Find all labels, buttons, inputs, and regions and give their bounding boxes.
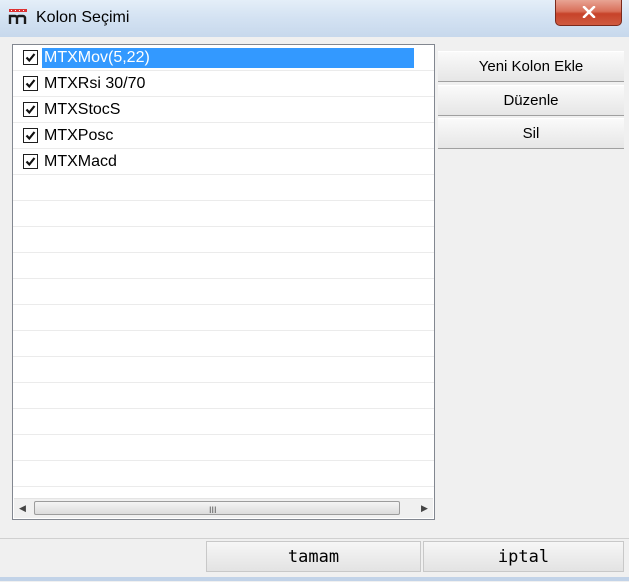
empty-row (13, 227, 434, 253)
close-icon (582, 6, 596, 18)
close-button[interactable] (555, 0, 622, 26)
empty-row (13, 383, 434, 409)
list-item-label: MTXStocS (44, 101, 121, 118)
checkbox[interactable] (23, 128, 38, 143)
window-bottom-edge (0, 577, 629, 581)
empty-row (13, 305, 434, 331)
empty-row (13, 253, 434, 279)
checkmark-icon (25, 105, 36, 115)
ok-button[interactable]: tamam (206, 541, 421, 572)
empty-row (13, 279, 434, 305)
list-item[interactable]: MTXStocS (13, 97, 434, 123)
list-item-label: MTXMov(5,22) (42, 48, 414, 68)
empty-row (13, 435, 434, 461)
list-item[interactable]: MTXMov(5,22) (13, 45, 434, 71)
list-item-label: MTXPosc (44, 127, 114, 144)
list-item[interactable]: MTXPosc (13, 123, 434, 149)
checkmark-icon (25, 53, 36, 63)
empty-row (13, 461, 434, 487)
checkmark-icon (25, 157, 36, 167)
empty-row (13, 409, 434, 435)
checkbox[interactable] (23, 50, 38, 65)
list-item[interactable]: MTXRsi 30/70 (13, 71, 434, 97)
title-bar: Kolon Seçimi (0, 0, 629, 37)
scroll-left-arrow-icon[interactable]: ◀ (14, 499, 31, 518)
add-column-button[interactable]: Yeni Kolon Ekle (438, 51, 624, 82)
checkbox[interactable] (23, 102, 38, 117)
app-logo-icon (8, 9, 27, 24)
window-title: Kolon Seçimi (36, 9, 130, 26)
column-list-rows: MTXMov(5,22) MTXRsi 30/70 MTXStocS MTXPo… (13, 45, 434, 487)
delete-button[interactable]: Sil (438, 118, 624, 149)
list-item-label: MTXRsi 30/70 (44, 75, 146, 92)
empty-row (13, 357, 434, 383)
empty-row (13, 331, 434, 357)
list-item[interactable]: MTXMacd (13, 149, 434, 175)
scrollbar-thumb[interactable]: III (34, 501, 400, 515)
cancel-button[interactable]: iptal (423, 541, 624, 572)
empty-row (13, 175, 434, 201)
column-list[interactable]: MTXMov(5,22) MTXRsi 30/70 MTXStocS MTXPo… (12, 44, 435, 520)
list-item-label: MTXMacd (44, 153, 117, 170)
edit-button[interactable]: Düzenle (438, 85, 624, 116)
empty-row (13, 201, 434, 227)
checkmark-icon (25, 131, 36, 141)
checkbox[interactable] (23, 76, 38, 91)
checkbox[interactable] (23, 154, 38, 169)
checkmark-icon (25, 79, 36, 89)
scrollbar-grip-icon: III (209, 505, 217, 515)
horizontal-scrollbar[interactable]: ◀ III ▶ (14, 498, 433, 518)
scroll-right-arrow-icon[interactable]: ▶ (416, 499, 433, 518)
